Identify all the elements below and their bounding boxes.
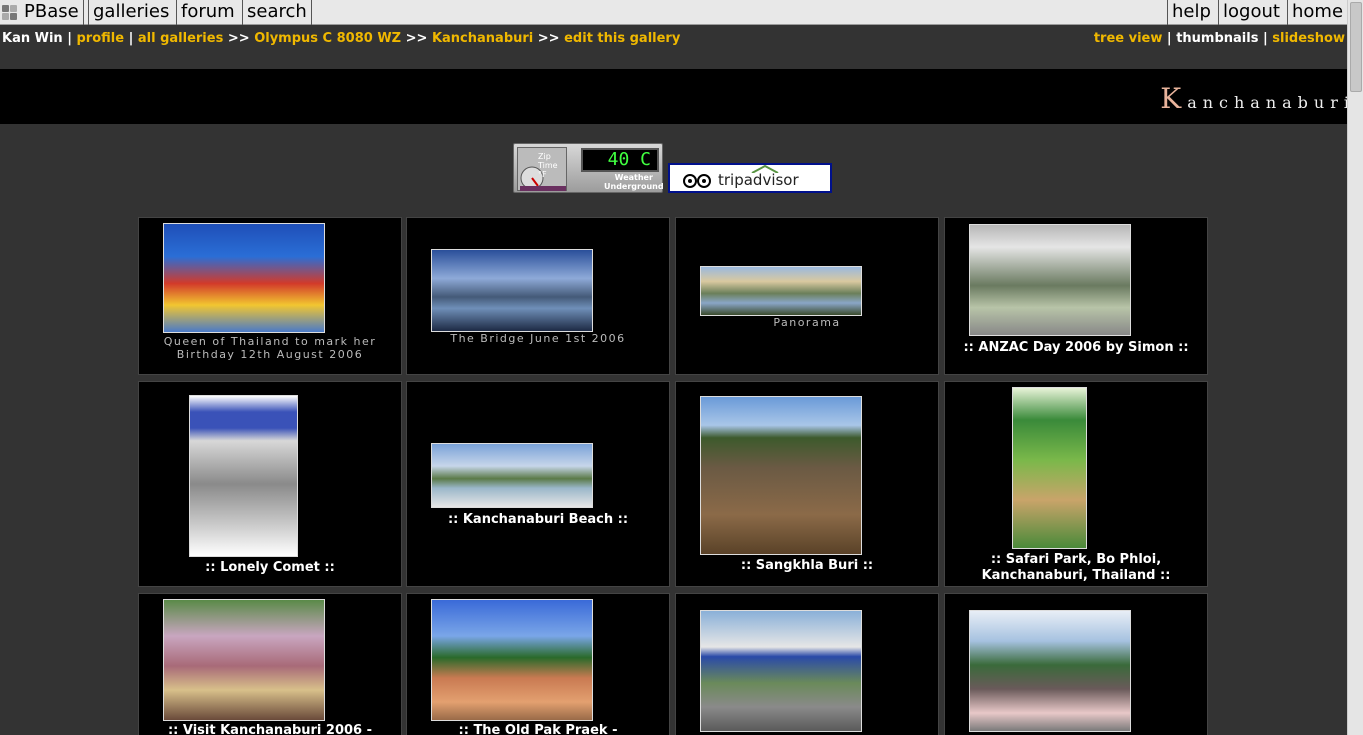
gallery-caption[interactable]: :: Kanchanaburi Beach :: (411, 512, 665, 528)
pbase-logo-icon[interactable] (2, 5, 22, 21)
gallery-caption[interactable]: :: Safari Park, Bo Phloi, Kanchanaburi, … (949, 552, 1203, 584)
gallery-thumbnail[interactable] (969, 224, 1131, 336)
scrollbar-thumb[interactable] (1350, 2, 1362, 92)
gallery-item[interactable]: :: Visit Kanchanaburi 2006 - (138, 593, 402, 735)
gauge-icon: Zip Time °F (517, 147, 567, 191)
gallery-thumbnail[interactable] (700, 396, 862, 555)
gallery-item[interactable]: :: Lonely Comet :: (138, 381, 402, 587)
nav-help[interactable]: help (1167, 0, 1215, 25)
weather-underground-logo: Weather Underground (604, 173, 664, 191)
gallery-thumbnail[interactable] (431, 249, 593, 332)
gallery-item[interactable]: :: ANZAC Day 2006 by Simon :: (944, 217, 1208, 375)
gallery-caption[interactable]: The Bridge June 1st 2006 (411, 332, 665, 345)
nav-forum[interactable]: forum (176, 0, 239, 25)
tripadvisor-label: tripadvisor (718, 171, 799, 189)
breadcrumb: Kan Win | profile | all galleries >> Oly… (2, 31, 681, 46)
temperature-readout: 40 C (581, 148, 659, 172)
weather-widget[interactable]: Zip Time °F 40 C Weather Underground (513, 143, 664, 193)
gallery-item[interactable]: :: The Old Pak Praek - (406, 593, 670, 735)
edit-gallery-link[interactable]: edit this gallery (564, 31, 680, 46)
olympus-gallery-link[interactable]: Olympus C 8080 WZ (254, 31, 401, 46)
gallery-item[interactable]: :: Sangkhla Buri :: (675, 381, 939, 587)
gallery-caption[interactable]: :: Lonely Comet :: (143, 560, 397, 576)
profile-link[interactable]: profile (77, 31, 125, 46)
nav-logout[interactable]: logout (1218, 0, 1284, 25)
gallery-item[interactable]: :: Safari Park, Bo Phloi, Kanchanaburi, … (944, 381, 1208, 587)
gallery-caption[interactable]: Queen of Thailand to mark her Birthday 1… (143, 335, 397, 361)
gallery-item[interactable] (675, 593, 939, 735)
gallery-thumbnail[interactable] (700, 610, 862, 732)
gallery-caption[interactable]: :: Sangkhla Buri :: (680, 558, 934, 574)
nav-pbase[interactable]: PBase (20, 0, 84, 25)
nav-home[interactable]: home (1287, 0, 1347, 25)
all-galleries-link[interactable]: all galleries (138, 31, 223, 46)
nav-search[interactable]: search (242, 0, 312, 25)
gallery-thumbnail[interactable] (969, 610, 1131, 732)
gallery-title: Kanchanaburi (1160, 82, 1355, 115)
gallery-caption[interactable]: :: ANZAC Day 2006 by Simon :: (949, 340, 1203, 356)
gallery-item[interactable]: The Bridge June 1st 2006 (406, 217, 670, 375)
tripadvisor-badge[interactable]: tripadvisor (668, 163, 832, 193)
scrollbar[interactable] (1347, 0, 1363, 735)
gallery-thumbnail[interactable] (431, 443, 593, 508)
gallery-caption[interactable]: :: Visit Kanchanaburi 2006 - (143, 723, 397, 735)
nav-galleries[interactable]: galleries (88, 0, 173, 25)
slideshow-link[interactable]: slideshow (1272, 31, 1345, 46)
gallery-caption[interactable]: Panorama (680, 316, 934, 329)
view-switcher: tree view | thumbnails | slideshow (1093, 31, 1345, 46)
owl-icon (683, 174, 711, 188)
gallery-item[interactable]: :: Kanchanaburi Beach :: (406, 381, 670, 587)
gallery-thumbnail[interactable] (189, 395, 298, 557)
gallery-thumbnail[interactable] (700, 266, 862, 316)
gallery-thumbnail[interactable] (431, 599, 593, 721)
tree-view-link[interactable]: tree view (1094, 31, 1163, 46)
kanchanaburi-gallery-link[interactable]: Kanchanaburi (432, 31, 533, 46)
thumbnails-current: thumbnails (1176, 31, 1259, 46)
gallery-thumbnail[interactable] (1012, 387, 1087, 549)
gallery-item[interactable]: Queen of Thailand to mark her Birthday 1… (138, 217, 402, 375)
gallery-caption[interactable]: :: The Old Pak Praek - (411, 723, 665, 735)
gallery-item[interactable] (944, 593, 1208, 735)
title-band (0, 69, 1347, 124)
gallery-thumbnail[interactable] (163, 599, 325, 721)
breadcrumb-user: Kan Win (2, 31, 63, 46)
top-nav-bar: PBase galleries forum search help logout… (0, 0, 1347, 25)
gallery-item[interactable]: Panorama (675, 217, 939, 375)
gallery-thumbnail[interactable] (163, 223, 325, 333)
